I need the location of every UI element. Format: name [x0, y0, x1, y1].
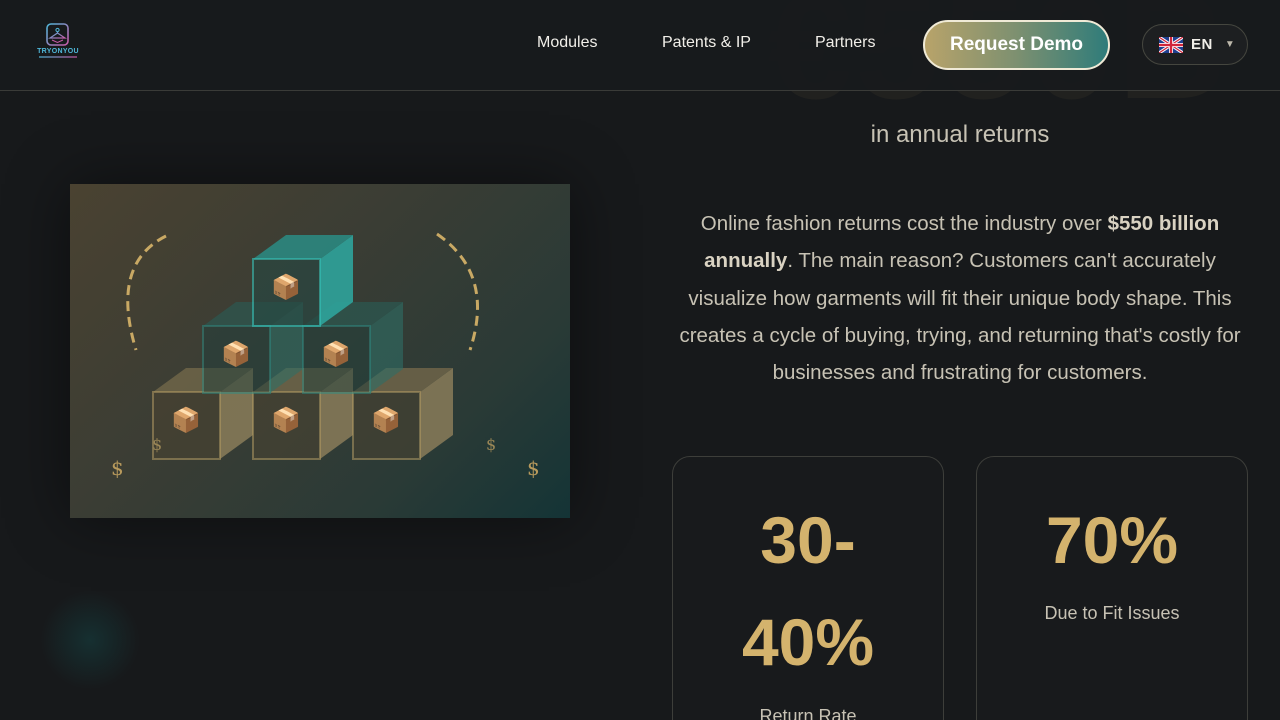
dollar-sign: $	[111, 456, 124, 480]
language-selector[interactable]: EN ▼	[1142, 24, 1248, 65]
left-arc	[126, 234, 167, 351]
hero-subheading: in annual returns	[870, 121, 1050, 148]
package-icon: 📦	[271, 274, 301, 301]
package-icon: 📦	[171, 407, 201, 434]
stacked-boxes-graphic	[126, 232, 479, 460]
chevron-down-icon: ▼	[1224, 39, 1235, 50]
stat-value: 30-	[760, 503, 856, 577]
paragraph-prefix: Online fashion returns cost the industry…	[700, 212, 1108, 235]
request-demo-button[interactable]: Request Demo	[923, 20, 1110, 70]
package-icon: 📦	[321, 341, 351, 368]
stat-card-fit-issues: 70% Due to Fit Issues	[976, 456, 1248, 720]
language-code: EN	[1191, 36, 1213, 53]
nav-patents-ip[interactable]: Patents & IP	[662, 34, 751, 52]
nav-modules[interactable]: Modules	[537, 34, 597, 52]
dollar-sign: $	[486, 435, 497, 454]
dollar-sign: $	[152, 435, 163, 454]
package-icon: 📦	[221, 341, 251, 368]
stat-value: 40%	[741, 605, 875, 679]
uk-flag-icon	[1159, 36, 1183, 53]
hero-paragraph: Online fashion returns cost the industry…	[672, 205, 1248, 391]
package-icon: 📦	[371, 407, 401, 434]
dollar-sign: $	[527, 456, 540, 480]
nav-partners[interactable]: Partners	[815, 34, 875, 52]
stat-card-return-rate: 30- 40% Return Rate	[672, 456, 944, 720]
stat-value: 70%	[1045, 503, 1179, 577]
site-header: TRYONYOU Modules Patents & IP Partners R…	[0, 0, 1280, 91]
logo-underline	[39, 56, 77, 58]
right-arc	[436, 232, 479, 351]
hanger-icon	[46, 23, 69, 46]
returns-illustration: 📦 📦 📦 📦 📦 📦 $ $ $ $	[70, 184, 570, 518]
background-glow	[40, 590, 140, 690]
stat-label: Return Rate	[759, 706, 857, 720]
package-icon: 📦	[271, 407, 301, 434]
stat-label: Due to Fit Issues	[1044, 603, 1180, 623]
logo[interactable]: TRYONYOU	[36, 22, 80, 62]
top-box	[252, 235, 353, 327]
logo-text: TRYONYOU	[37, 48, 79, 55]
